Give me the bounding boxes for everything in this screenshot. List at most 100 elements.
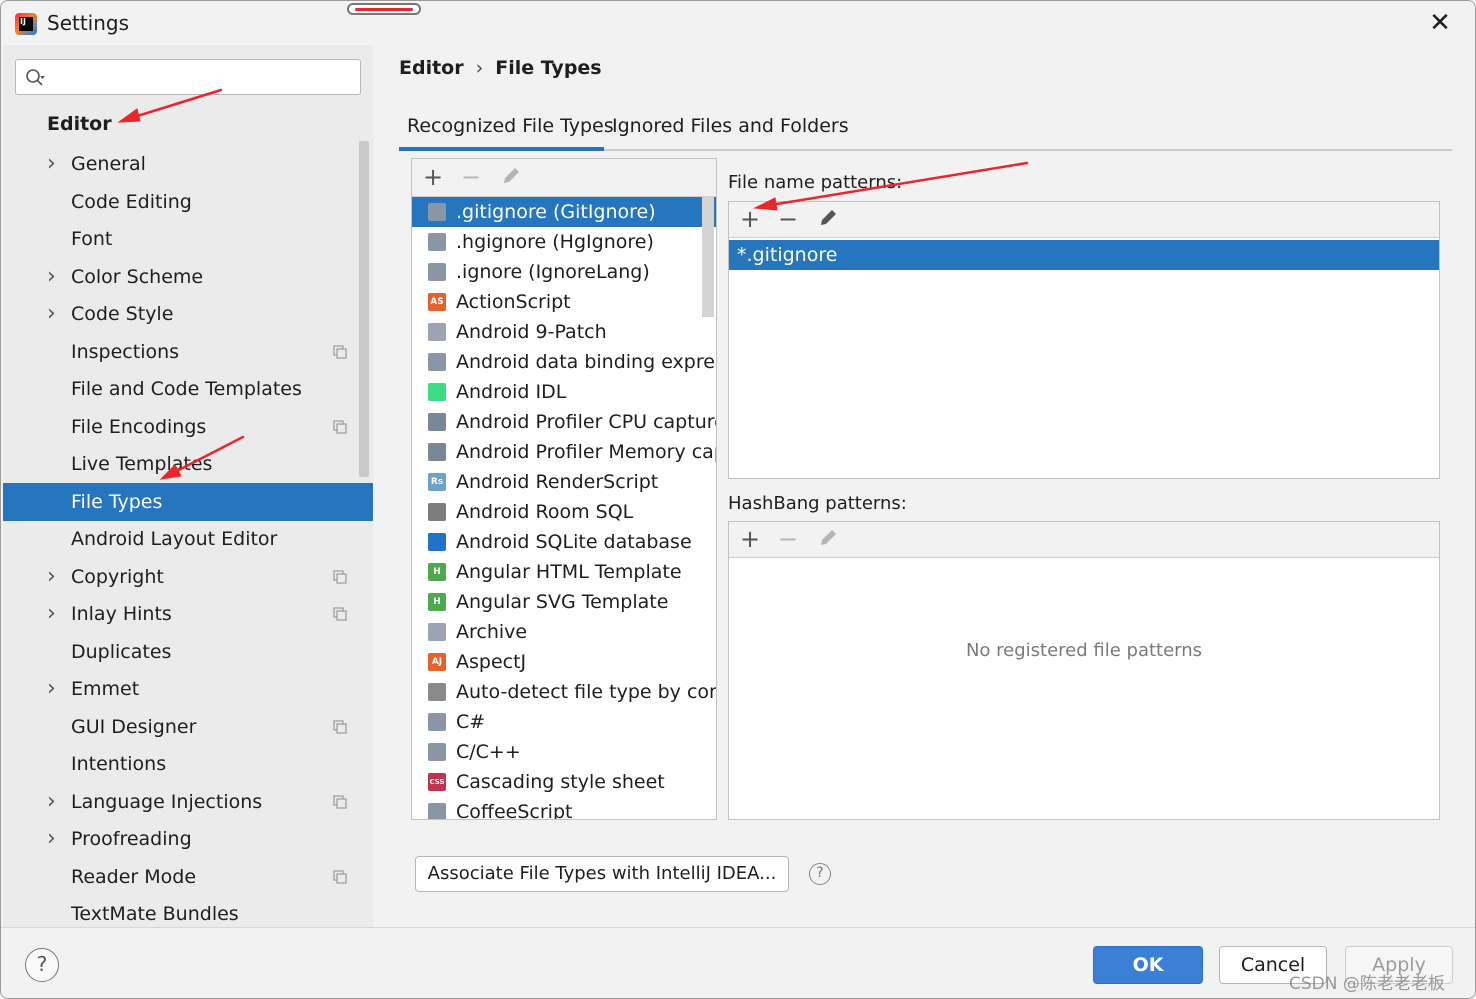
file-type-row[interactable]: Android data binding expressi [412, 347, 716, 377]
pattern-row-gitignore[interactable]: *.gitignore [729, 240, 1439, 270]
sidebar-item-label: Code Editing [71, 190, 192, 213]
file-type-row[interactable]: .gitignore (GitIgnore) [412, 197, 716, 227]
associate-file-types-button[interactable]: Associate File Types with IntelliJ IDEA.… [415, 856, 789, 892]
project-level-icon [333, 869, 347, 884]
sidebar-item-label: Duplicates [71, 640, 172, 663]
file-type-row[interactable]: Auto-detect file type by conte [412, 677, 716, 707]
hashbang-empty-text: No registered file patterns [965, 640, 1203, 661]
tab-ignored-files-and-folders[interactable]: Ignored Files and Folders [612, 111, 849, 151]
chevron-right-icon[interactable]: › [47, 820, 61, 858]
file-type-row[interactable]: .hgignore (HgIgnore) [412, 227, 716, 257]
chevron-right-icon[interactable]: › [47, 558, 61, 596]
sidebar-item-duplicates[interactable]: Duplicates [3, 633, 373, 671]
sidebar-item-android-layout-editor[interactable]: Android Layout Editor [3, 520, 373, 558]
sidebar-item-label: Copyright [71, 565, 164, 588]
sidebar-item-label: Reader Mode [71, 865, 197, 888]
tab-recognized-file-types[interactable]: Recognized File Types [399, 111, 614, 151]
ignore-file-icon [428, 263, 446, 281]
sidebar-scrollbar[interactable] [359, 141, 369, 477]
file-type-row[interactable]: Android Profiler CPU capture f [412, 407, 716, 437]
hashbang-patterns-toolbar: + − [729, 522, 1439, 558]
sidebar-item-file-encodings[interactable]: File Encodings [3, 408, 373, 446]
sidebar-item-copyright[interactable]: › Copyright [3, 558, 373, 596]
file-type-row[interactable]: Rs Android RenderScript [412, 467, 716, 497]
file-type-row[interactable]: CoffeeScript [412, 797, 716, 819]
search-input[interactable] [54, 64, 354, 90]
sidebar-item-file-types[interactable]: File Types [3, 482, 373, 521]
chevron-right-icon[interactable]: › [47, 670, 61, 708]
file-type-row[interactable]: Android Profiler Memory capt [412, 437, 716, 467]
file-type-label: Auto-detect file type by conte [456, 681, 716, 703]
sidebar-item-inlay-hints[interactable]: › Inlay Hints [3, 595, 373, 633]
file-type-row[interactable]: C/C++ [412, 737, 716, 767]
sidebar-item-intentions[interactable]: Intentions [3, 745, 373, 783]
chevron-right-icon[interactable]: › [47, 783, 61, 821]
edit-file-type-button[interactable] [498, 165, 524, 191]
remove-hashbang-button[interactable]: − [775, 527, 801, 553]
sidebar-item-gui-designer[interactable]: GUI Designer [3, 708, 373, 746]
sidebar-item-proofreading[interactable]: › Proofreading [3, 820, 373, 858]
sidebar-item-textmate-bundles[interactable]: TextMate Bundles [3, 895, 373, 927]
dialog-footer: ? OK Cancel Apply [1, 927, 1475, 998]
edit-hashbang-button[interactable] [815, 527, 841, 553]
csharp-file-icon [428, 713, 446, 731]
sidebar-item-label: File Encodings [71, 415, 207, 438]
chevron-right-icon[interactable]: › [47, 595, 61, 633]
sidebar-item-emmet[interactable]: › Emmet [3, 670, 373, 708]
sidebar-item-label: Proofreading [71, 828, 192, 850]
file-name-patterns-toolbar: + − [729, 202, 1439, 238]
sidebar-item-code-editing[interactable]: Code Editing [3, 183, 373, 221]
add-file-type-button[interactable]: + [420, 165, 446, 191]
file-type-row[interactable]: .ignore (IgnoreLang) [412, 257, 716, 287]
file-type-label: Android 9-Patch [456, 321, 607, 343]
ok-button[interactable]: OK [1093, 946, 1203, 984]
file-type-row[interactable]: Android Room SQL [412, 497, 716, 527]
sidebar-item-language-injections[interactable]: › Language Injections [3, 783, 373, 821]
android-icon [428, 383, 446, 401]
edit-pattern-button[interactable] [815, 207, 841, 233]
sidebar-item-live-templates[interactable]: Live Templates [3, 445, 373, 483]
remove-file-type-button[interactable]: − [458, 165, 484, 191]
file-type-row[interactable]: Android SQLite database [412, 527, 716, 557]
help-icon[interactable]: ? [809, 863, 831, 885]
html-file-icon: H [428, 563, 446, 581]
file-types-scrollbar[interactable] [702, 197, 714, 317]
remove-pattern-button[interactable]: − [775, 207, 801, 233]
file-type-row[interactable]: Android IDL [412, 377, 716, 407]
file-type-row[interactable]: C# [412, 707, 716, 737]
file-type-label: Angular HTML Template [456, 561, 682, 583]
file-types-list: .gitignore (GitIgnore) .hgignore (HgIgnor… [412, 197, 716, 819]
file-type-row[interactable]: AS ActionScript [412, 287, 716, 317]
sidebar-item-label: General [71, 153, 146, 175]
project-level-icon [333, 607, 347, 621]
sidebar-item-color-scheme[interactable]: › Color Scheme [3, 258, 373, 296]
hashbang-patterns-label: HashBang patterns: [728, 493, 907, 514]
sidebar-item-reader-mode[interactable]: Reader Mode [3, 858, 373, 896]
add-pattern-button[interactable]: + [737, 207, 763, 233]
sidebar-item-label: File Types [71, 490, 163, 513]
sidebar-item-code-style[interactable]: › Code Style [3, 295, 373, 333]
file-type-row[interactable]: AJ AspectJ [412, 647, 716, 677]
chevron-right-icon[interactable]: › [47, 258, 61, 296]
html-file-icon: H [428, 593, 446, 611]
tab-bar: Recognized File Types Ignored Files and … [399, 111, 1452, 151]
search-box[interactable] [15, 59, 361, 95]
sidebar-section-editor[interactable]: Editor [47, 113, 112, 135]
file-type-row[interactable]: Android 9-Patch [412, 317, 716, 347]
file-type-row[interactable]: H Angular HTML Template [412, 557, 716, 587]
chevron-right-icon[interactable]: › [47, 145, 61, 183]
close-button[interactable]: ✕ [1425, 9, 1455, 39]
breadcrumb-parent[interactable]: Editor [399, 57, 464, 79]
file-type-row[interactable]: Archive [412, 617, 716, 647]
chevron-right-icon[interactable]: › [47, 295, 61, 333]
watermark: CSDN @陈老老老板 [1289, 974, 1445, 994]
help-button[interactable]: ? [25, 948, 59, 982]
sidebar-item-font[interactable]: Font [3, 220, 373, 258]
sidebar-item-inspections[interactable]: Inspections [3, 333, 373, 371]
file-type-label: Android Room SQL [456, 501, 634, 523]
file-type-row[interactable]: CSS Cascading style sheet [412, 767, 716, 797]
add-hashbang-button[interactable]: + [737, 527, 763, 553]
sidebar-item-file-and-code-templates[interactable]: File and Code Templates [3, 370, 373, 408]
file-type-row[interactable]: H Angular SVG Template [412, 587, 716, 617]
sidebar-item-general[interactable]: › General [3, 145, 373, 183]
